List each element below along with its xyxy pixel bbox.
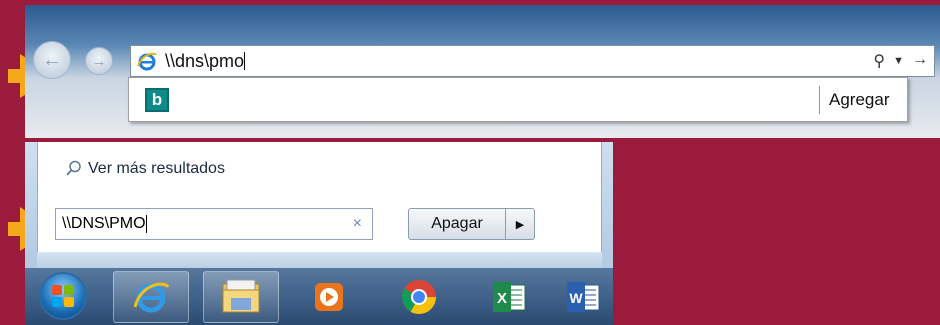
search-icon[interactable]: ⚲ [873,51,885,71]
back-button[interactable]: ← [33,41,71,79]
forward-arrow-icon: → [91,52,107,70]
chevron-down-icon[interactable]: ▼ [893,51,904,71]
chrome-icon [402,280,436,314]
file-explorer-icon [222,279,260,313]
address-text[interactable]: \\dns\pmo [165,51,244,72]
taskbar-media-player[interactable] [291,271,367,323]
go-arrow-icon[interactable]: → [912,51,928,71]
taskbar-file-explorer[interactable] [203,271,279,323]
magnifier-icon [66,160,81,176]
start-button[interactable] [39,272,87,320]
internet-explorer-icon [133,282,170,313]
forward-button[interactable]: → [85,47,113,75]
chevron-right-icon: ▶ [515,218,525,231]
windows-logo-icon [52,285,74,307]
divider [819,86,820,114]
svg-text:W: W [569,290,583,306]
text-caret [244,52,246,70]
start-search-text[interactable]: \\DNS\PMO [62,215,146,233]
shutdown-button[interactable]: Apagar [408,208,506,240]
address-bar[interactable]: \\dns\pmo ⚲ ▼ → [130,45,935,77]
add-button[interactable]: Agregar [829,90,889,110]
excel-icon: X [493,282,526,312]
taskbar-word[interactable]: W [553,271,613,323]
media-player-icon [315,283,343,311]
clear-search-icon[interactable]: × [353,215,362,233]
taskbar-chrome[interactable] [381,271,457,323]
bing-icon[interactable]: b [145,88,169,112]
word-icon: W [567,282,600,312]
taskbar: X W [25,268,613,325]
svg-text:X: X [497,290,507,307]
start-search-input[interactable]: \\DNS\PMO × [55,208,373,240]
ie-toolbar: ← → \\dns\pmo ⚲ ▼ → b Agregar [25,5,940,138]
ie-logo-icon [135,49,159,73]
text-caret [145,215,147,233]
taskbar-internet-explorer[interactable] [113,271,189,323]
see-more-results-link[interactable]: Ver más resultados [66,160,225,178]
back-arrow-icon: ← [42,48,62,71]
see-more-results-label: Ver más resultados [88,160,225,177]
shutdown-options-button[interactable]: ▶ [505,208,535,240]
taskbar-excel[interactable]: X [471,271,547,323]
address-suggestions-dropdown: b Agregar [128,77,908,122]
